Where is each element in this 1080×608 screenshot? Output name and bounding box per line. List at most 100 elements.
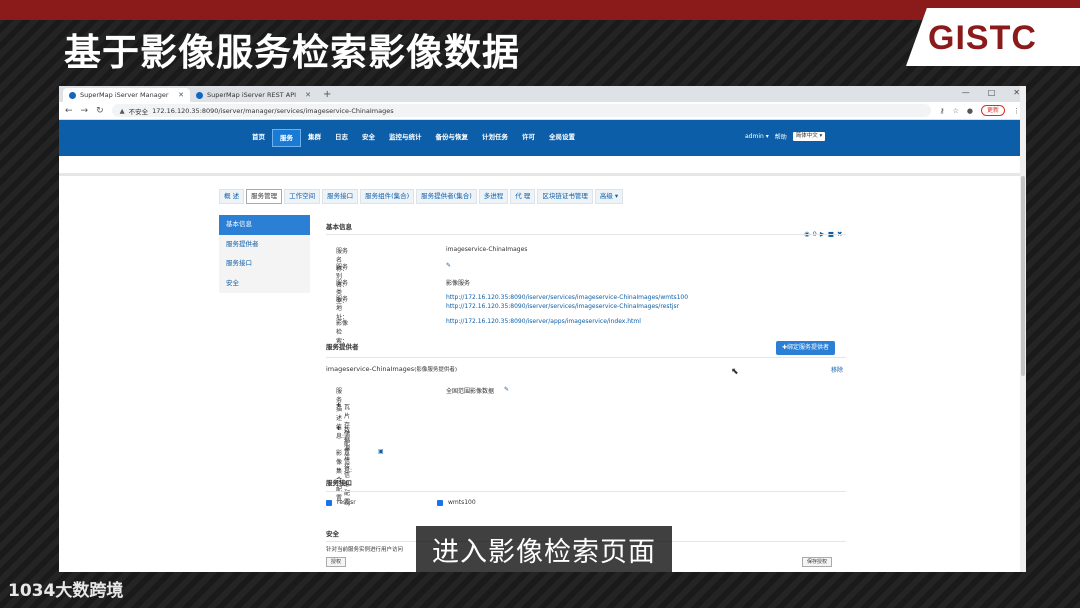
iserver-top-nav: 首页 服务 集群 日志 安全 监控与统计 备份与恢复 计划任务 许可 全局设置 … <box>59 120 1026 156</box>
address-bar-actions: ⚷ ☆ ● 更新 ⋮ <box>939 105 1020 116</box>
subtab-advanced[interactable]: 高级 ▾ <box>594 189 624 204</box>
new-tab-button[interactable]: + <box>317 88 337 102</box>
sidebar-item-security[interactable]: 安全 <box>219 274 310 294</box>
page-content: 概 述 服务管理 工作空间 服务接口 服务组件(集合) 服务提供者(集合) 多进… <box>59 176 1026 568</box>
save-authorization-button[interactable]: 保存授权 <box>802 557 833 567</box>
collection-config-label: 影像集合配置 <box>336 450 343 502</box>
url-field[interactable]: ▲ 不安全 172.16.120.35:8090/iserver/manager… <box>111 104 932 117</box>
edit-alias-icon[interactable]: ✎ <box>446 262 451 269</box>
nav-menu: 首页 服务 集群 日志 安全 监控与统计 备份与恢复 计划任务 许可 全局设置 <box>245 129 582 147</box>
address-bar: ← → ↻ ▲ 不安全 172.16.120.35:8090/iserver/m… <box>59 102 1026 120</box>
bind-provider-button[interactable]: ✚绑定服务提供者 <box>776 341 836 355</box>
user-menu[interactable]: admin ▾ <box>745 133 769 140</box>
divider <box>326 234 846 235</box>
expand-plus-icon: ✚ <box>336 425 342 432</box>
tab-label: SuperMap iServer REST API <box>207 91 297 99</box>
subtab-workspace[interactable]: 工作空间 <box>284 189 321 204</box>
nav-item-monitoring[interactable]: 监控与统计 <box>382 129 429 147</box>
url-text: 172.16.120.35:8090/iserver/manager/servi… <box>152 106 394 115</box>
subtab-interfaces[interactable]: 服务接口 <box>322 189 359 204</box>
subtab-multiprocess[interactable]: 多进程 <box>478 189 509 204</box>
supermap-favicon-icon <box>196 91 203 99</box>
nav-item-cluster[interactable]: 集群 <box>301 129 328 147</box>
scrollbar-thumb[interactable] <box>1021 176 1025 376</box>
mouse-cursor-icon: ⬉ <box>731 367 739 377</box>
remove-provider-link[interactable]: 移除 <box>831 365 843 374</box>
authorize-button[interactable]: 授权 <box>326 557 347 567</box>
close-window-icon[interactable]: ✕ <box>1013 88 1020 97</box>
language-select[interactable]: 简体中文 ▾ <box>792 132 826 141</box>
subtab-providers[interactable]: 服务提供者(集合) <box>416 189 477 204</box>
nav-item-backup[interactable]: 备份与恢复 <box>429 129 476 147</box>
nav-item-security[interactable]: 安全 <box>355 129 382 147</box>
browser-tab-manager[interactable]: SuperMap iServer Manager ✕ <box>63 88 190 102</box>
service-name-value: imageservice-ChinaImages <box>446 246 528 253</box>
subtab-blockchain-certs[interactable]: 区块链证书管理 <box>537 189 593 204</box>
maximize-icon[interactable]: □ <box>988 88 996 97</box>
forward-arrow-icon[interactable]: → <box>81 106 89 116</box>
nav-user-area: admin ▾ 帮助 简体中文 ▾ <box>745 132 826 141</box>
key-icon[interactable]: ⚷ <box>939 107 944 115</box>
datasource-config-label: 数据源连接信息配置: <box>344 427 353 506</box>
interface-label: restjsr <box>337 499 356 506</box>
collection-config-icon[interactable]: ▣ <box>378 448 384 455</box>
provider-description: 全国范围影像数据 <box>446 388 495 395</box>
back-arrow-icon[interactable]: ← <box>65 106 73 116</box>
warning-icon: ▲ <box>119 106 125 115</box>
interface-label: wmts100 <box>448 499 476 506</box>
sidebar-item-interfaces[interactable]: 服务接口 <box>219 254 310 274</box>
nav-item-services[interactable]: 服务 <box>272 129 301 147</box>
nav-item-license[interactable]: 许可 <box>515 129 542 147</box>
security-heading: 安全 <box>326 530 339 538</box>
page-scrollbar[interactable] <box>1020 86 1026 572</box>
security-note: 针对当前服务实例进行用户访问 <box>326 547 404 553</box>
nav-item-global-settings[interactable]: 全局设置 <box>542 129 582 147</box>
security-warning: 不安全 <box>128 107 149 116</box>
help-link[interactable]: 帮助 <box>775 132 787 141</box>
expand-plus-icon: ✚ <box>336 402 342 409</box>
window-controls: — □ ✕ <box>962 88 1020 97</box>
subtab-overview[interactable]: 概 述 <box>219 189 245 204</box>
browser-tab-rest-api[interactable]: SuperMap iServer REST API ✕ <box>190 88 317 102</box>
slide-top-banner <box>0 0 1080 20</box>
sidebar-item-basic-info[interactable]: 基本信息 <box>219 215 310 235</box>
provider-type-note: (影像服务提供者) <box>414 367 457 373</box>
close-tab-icon[interactable]: ✕ <box>305 91 311 99</box>
interface-restjsr[interactable]: restjsr <box>326 499 356 506</box>
service-sidebar: 基本信息 服务提供者 服务接口 安全 <box>219 215 310 293</box>
video-subtitle: 进入影像检索页面 <box>416 526 672 572</box>
nav-item-home[interactable]: 首页 <box>245 129 272 147</box>
provider-heading: 服务提供者 <box>326 343 359 351</box>
service-url-wmts[interactable]: http://172.16.120.35:8090/iserver/servic… <box>446 294 688 301</box>
interfaces-heading: 服务接口 <box>326 479 352 487</box>
checkbox-checked-icon[interactable] <box>437 499 443 506</box>
subtab-components[interactable]: 服务组件(集合) <box>360 189 415 204</box>
logo-text: GISTC <box>928 19 1037 57</box>
edit-description-icon[interactable]: ✎ <box>504 386 509 393</box>
reload-icon[interactable]: ↻ <box>96 106 104 116</box>
service-type-value: 影像服务 <box>446 280 471 287</box>
minimize-icon[interactable]: — <box>962 88 970 97</box>
nav-item-scheduled-tasks[interactable]: 计划任务 <box>475 129 515 147</box>
basic-info-heading: 基本信息 <box>326 223 352 231</box>
browser-tab-bar: SuperMap iServer Manager ✕ SuperMap iSer… <box>59 86 1026 102</box>
gistc-logo: GISTC <box>906 8 1080 66</box>
subtab-proxy[interactable]: 代 理 <box>510 189 536 204</box>
image-search-url[interactable]: http://172.16.120.35:8090/iserver/apps/i… <box>446 318 641 325</box>
checkbox-checked-icon[interactable] <box>326 499 332 506</box>
nav-item-logs[interactable]: 日志 <box>328 129 355 147</box>
close-tab-icon[interactable]: ✕ <box>178 91 184 99</box>
update-button[interactable]: 更新 <box>980 105 1005 116</box>
slide-title: 基于影像服务检索影像数据 <box>64 31 520 74</box>
subtab-service-management[interactable]: 服务管理 <box>246 189 283 204</box>
provider-title: imageservice-ChinaImages(影像服务提供者) <box>326 365 457 373</box>
menu-dots-icon[interactable]: ⋮ <box>1013 107 1020 115</box>
profile-icon[interactable]: ● <box>967 107 973 115</box>
interface-wmts100[interactable]: wmts100 <box>437 499 476 506</box>
header-spacer <box>59 156 1026 173</box>
star-icon[interactable]: ☆ <box>953 107 959 115</box>
browser-window: SuperMap iServer Manager ✕ SuperMap iSer… <box>59 86 1026 572</box>
sidebar-item-providers[interactable]: 服务提供者 <box>219 235 310 255</box>
service-url-restjsr[interactable]: http://172.16.120.35:8090/iserver/servic… <box>446 303 679 310</box>
supermap-favicon-icon <box>69 91 76 99</box>
